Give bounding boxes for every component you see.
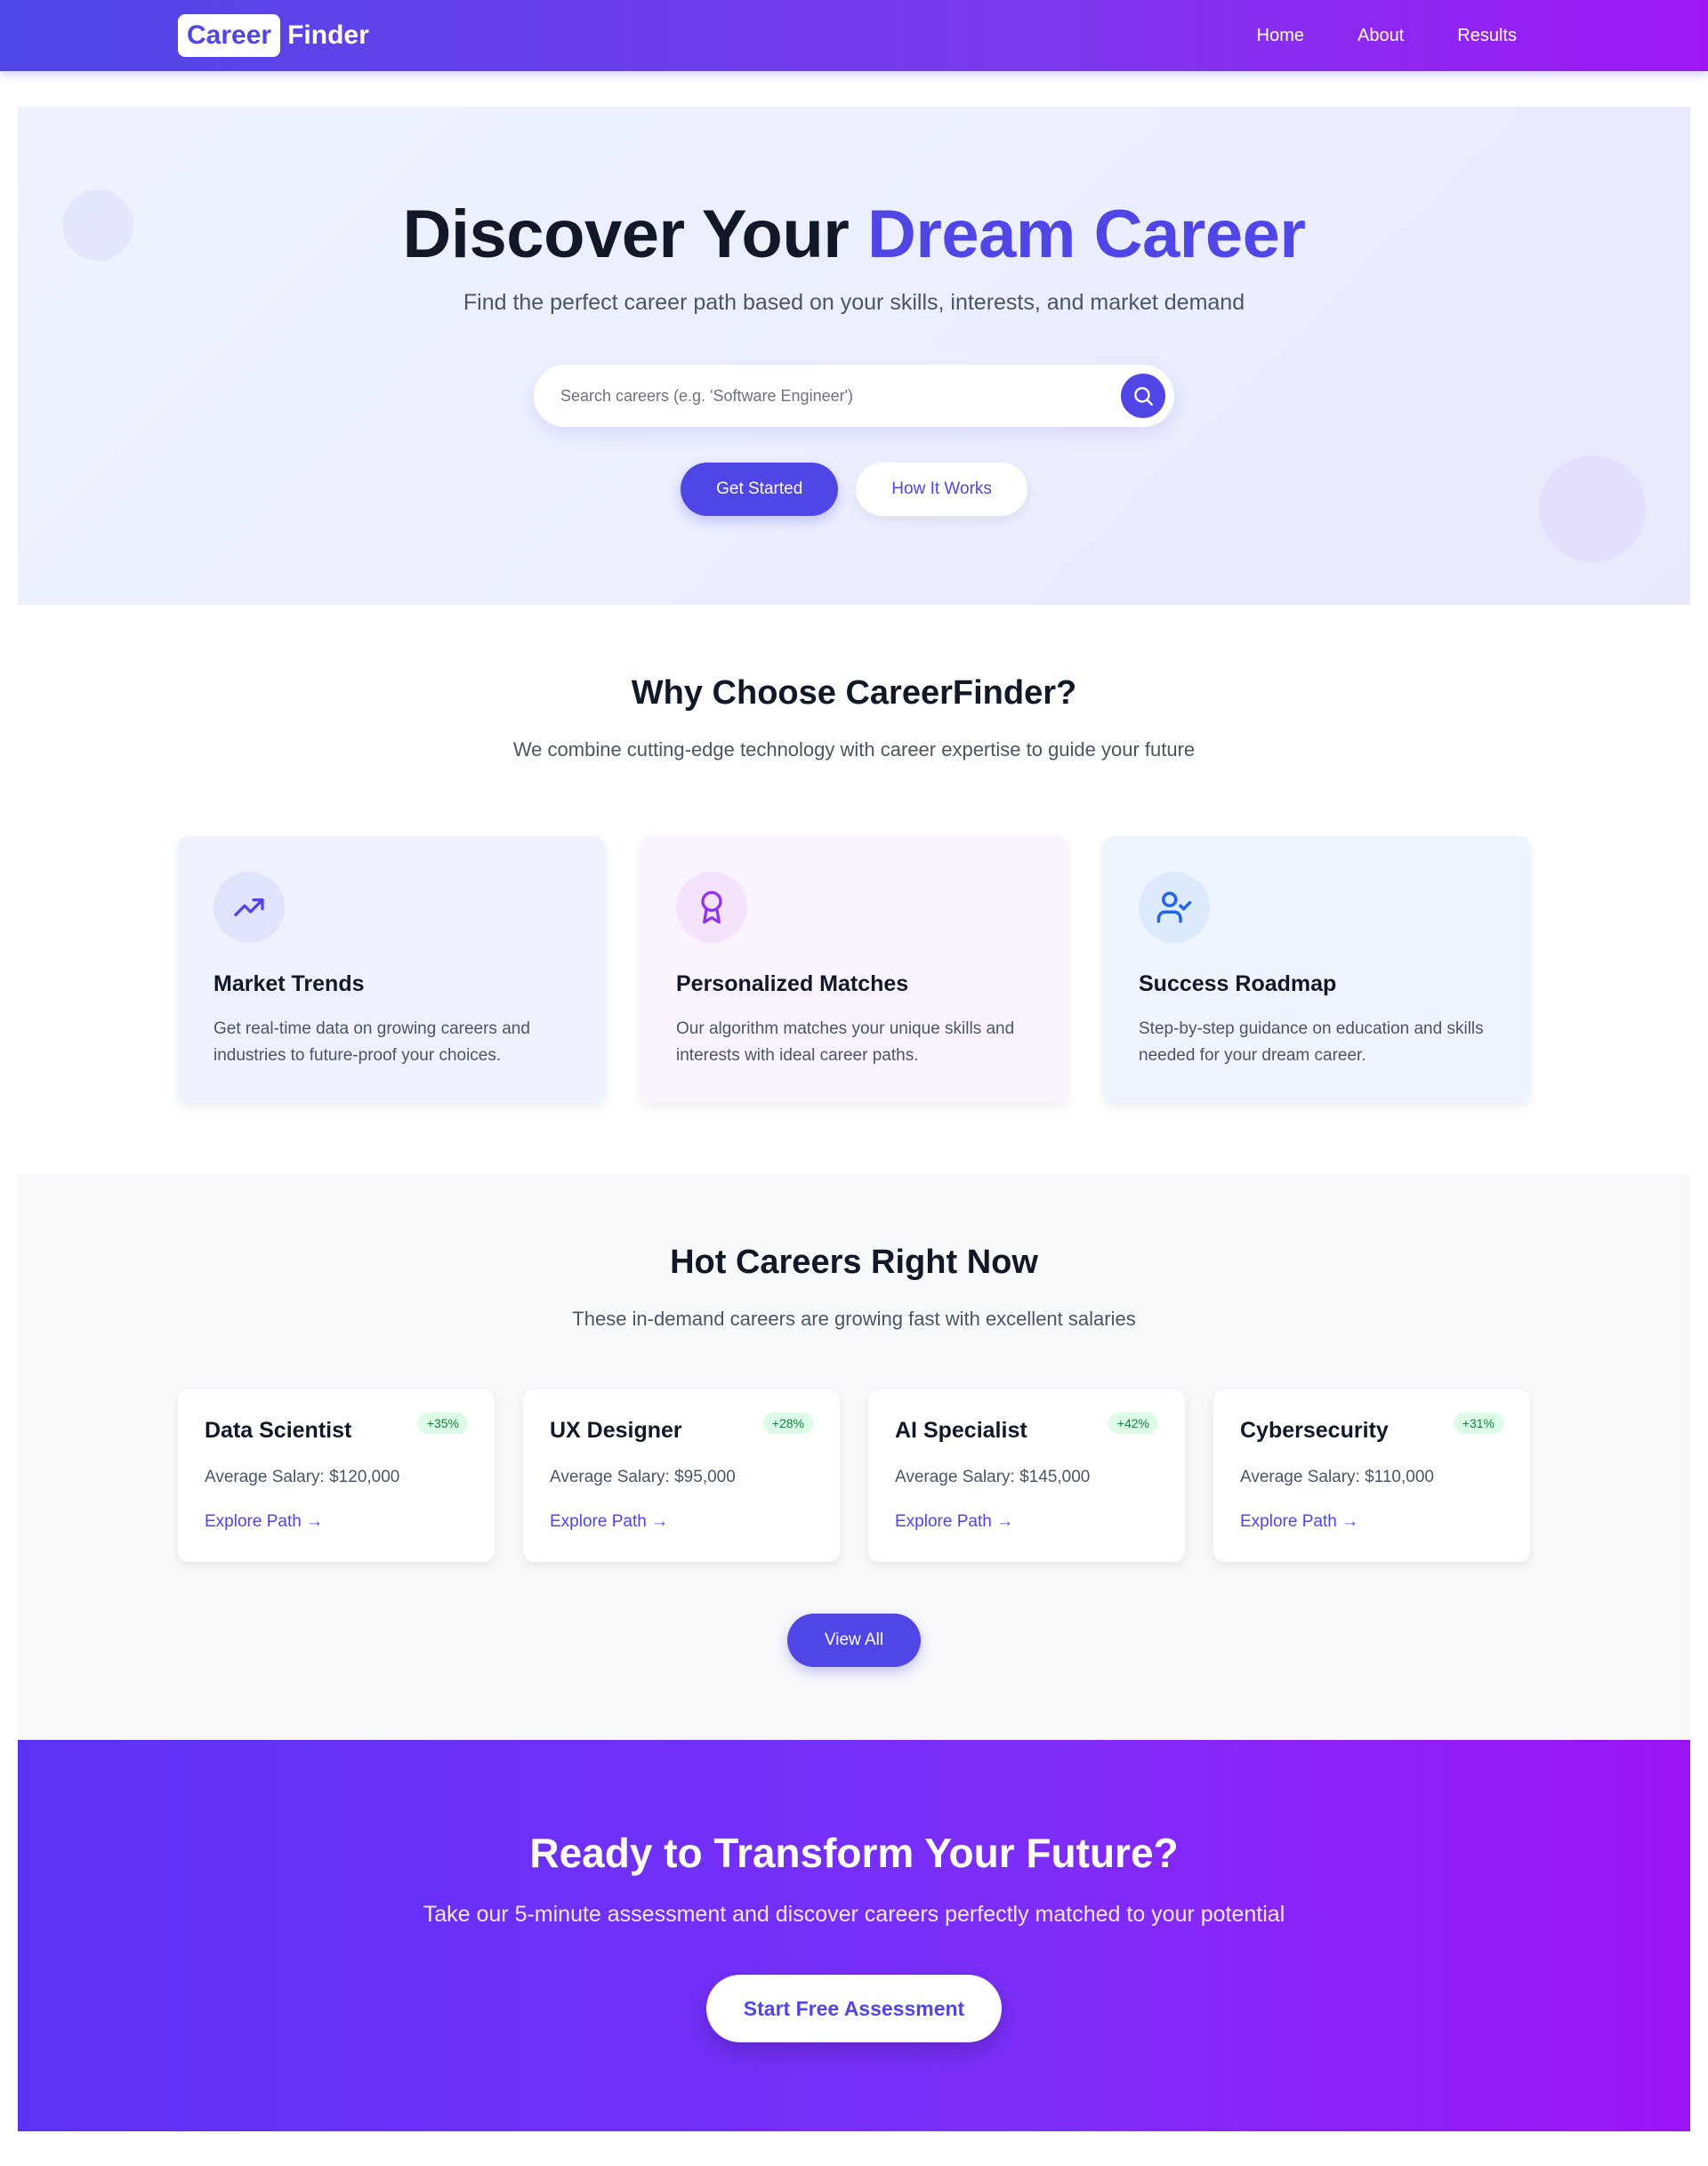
nav-link-results[interactable]: Results bbox=[1457, 26, 1517, 46]
feature-icon-wrap bbox=[1139, 872, 1210, 943]
feature-description: Our algorithm matches your unique skills… bbox=[676, 1019, 1015, 1065]
cta-title: Ready to Transform Your Future? bbox=[529, 1830, 1179, 1876]
trending-up-icon bbox=[234, 898, 264, 916]
feature-card-personalized-matches: Personalized Matches Our algorithm match… bbox=[640, 836, 1068, 1103]
career-salary: Average Salary: $145,000 bbox=[895, 1468, 1091, 1486]
feature-card-market-trends: Market Trends Get real-time data on grow… bbox=[178, 836, 605, 1103]
feature-card-success-roadmap: Success Roadmap Step-by-step guidance on… bbox=[1103, 836, 1530, 1103]
how-it-works-button[interactable]: How It Works bbox=[856, 463, 1027, 516]
explore-path-link[interactable]: Explore Path → bbox=[1240, 1512, 1358, 1532]
hero-title-accent: Dream Career bbox=[866, 197, 1306, 272]
career-title: UX Designer bbox=[550, 1418, 682, 1443]
search-icon bbox=[1134, 387, 1153, 406]
growth-badge: +35% bbox=[417, 1413, 468, 1434]
search-input[interactable] bbox=[560, 365, 1094, 427]
feature-description: Step-by-step guidance on education and s… bbox=[1139, 1019, 1484, 1065]
hero-subtitle: Find the perfect career path based on yo… bbox=[463, 290, 1245, 315]
logo-rest-text: Finder bbox=[287, 20, 369, 50]
feature-description: Get real-time data on growing careers an… bbox=[214, 1019, 530, 1065]
career-card[interactable]: Data Scientist +35% Average Salary: $120… bbox=[178, 1389, 495, 1562]
nav-link-home[interactable]: Home bbox=[1257, 26, 1304, 46]
career-title: Cybersecurity bbox=[1240, 1418, 1389, 1443]
hero-title: Discover Your Dream Career bbox=[18, 196, 1690, 273]
career-salary: Average Salary: $95,000 bbox=[550, 1468, 736, 1486]
feature-title: Personalized Matches bbox=[676, 971, 909, 996]
nav-link-about[interactable]: About bbox=[1358, 26, 1404, 46]
explore-path-link[interactable]: Explore Path → bbox=[205, 1512, 323, 1532]
get-started-button[interactable]: Get Started bbox=[681, 463, 839, 516]
hero-buttons: Get Started How It Works bbox=[18, 463, 1690, 516]
hero-title-plain: Discover Your bbox=[402, 197, 867, 272]
career-title: Data Scientist bbox=[205, 1418, 352, 1443]
search-button[interactable] bbox=[1121, 374, 1165, 418]
career-card[interactable]: Cybersecurity +31% Average Salary: $110,… bbox=[1213, 1389, 1530, 1562]
logo-box-text: Career bbox=[178, 14, 281, 57]
feature-icon-wrap bbox=[214, 872, 285, 943]
growth-badge: +31% bbox=[1453, 1413, 1503, 1434]
career-salary: Average Salary: $110,000 bbox=[1240, 1468, 1434, 1486]
hero-section: Discover Your Dream Career Find the perf… bbox=[18, 107, 1690, 605]
navbar: Career Finder Home About Results bbox=[0, 0, 1708, 71]
search-bar bbox=[534, 365, 1174, 427]
logo[interactable]: Career Finder bbox=[178, 13, 369, 58]
start-free-assessment-button[interactable]: Start Free Assessment bbox=[706, 1975, 1002, 2042]
feature-icon-wrap bbox=[676, 872, 747, 943]
nav-links: Home About Results bbox=[1257, 0, 1517, 71]
explore-path-link[interactable]: Explore Path → bbox=[895, 1512, 1013, 1532]
explore-path-link[interactable]: Explore Path → bbox=[550, 1512, 668, 1532]
user-check-icon bbox=[1156, 891, 1192, 923]
career-salary: Average Salary: $120,000 bbox=[205, 1468, 400, 1486]
view-all-button[interactable]: View All bbox=[787, 1614, 921, 1667]
hot-section-subtitle: These in-demand careers are growing fast… bbox=[572, 1308, 1136, 1330]
growth-badge: +42% bbox=[1108, 1413, 1158, 1434]
why-section-subtitle: We combine cutting-edge technology with … bbox=[512, 738, 1196, 761]
career-card[interactable]: UX Designer +28% Average Salary: $95,000… bbox=[523, 1389, 840, 1562]
cta-subtitle: Take our 5-minute assessment and discove… bbox=[423, 1902, 1285, 1927]
growth-badge: +28% bbox=[762, 1413, 813, 1434]
career-card[interactable]: AI Specialist +42% Average Salary: $145,… bbox=[868, 1389, 1185, 1562]
feature-title: Success Roadmap bbox=[1139, 971, 1337, 996]
feature-title: Market Trends bbox=[214, 971, 365, 996]
career-title: AI Specialist bbox=[895, 1418, 1027, 1443]
why-section-title: Why Choose CareerFinder? bbox=[631, 674, 1077, 712]
cta-section: Ready to Transform Your Future? Take our… bbox=[18, 1740, 1690, 2131]
hot-section-title: Hot Careers Right Now bbox=[670, 1244, 1038, 1281]
award-icon bbox=[701, 890, 722, 924]
